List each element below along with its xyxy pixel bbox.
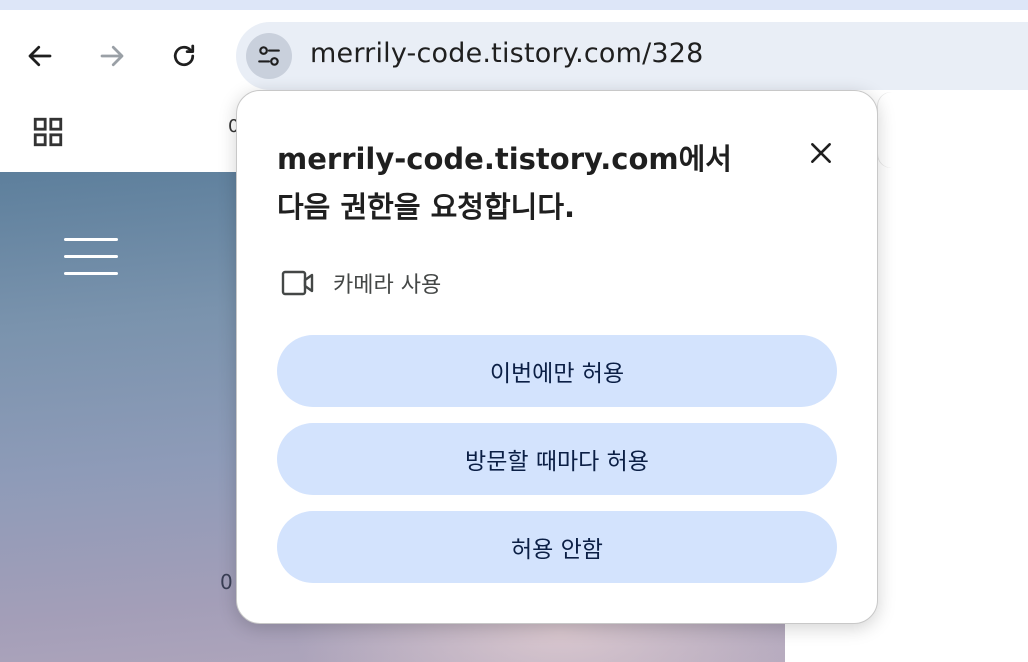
permission-row-camera: 카메라 사용 — [281, 267, 441, 299]
hero-text-peek: 0 — [220, 570, 233, 594]
apps-button[interactable] — [22, 106, 74, 158]
allow-once-button[interactable]: 이번에만 허용 — [277, 335, 837, 407]
allow-always-button[interactable]: 방문할 때마다 허용 — [277, 423, 837, 495]
arrow-right-icon — [100, 45, 124, 67]
reload-icon — [173, 44, 195, 67]
menu-icon[interactable] — [64, 234, 120, 280]
close-button[interactable] — [803, 135, 839, 171]
address-bar[interactable]: merrily-code.tistory.com/328 — [236, 22, 1028, 90]
arrow-left-icon — [28, 45, 52, 67]
back-button[interactable] — [16, 32, 64, 80]
videocam-icon — [281, 270, 314, 296]
prompt-origin: merrily-code.tistory.com — [277, 142, 679, 176]
prompt-title-line2: 다음 권한을 요청합니다. — [277, 190, 576, 224]
permission-prompt: merrily-code.tistory.com에서 다음 권한을 요청합니다.… — [236, 90, 878, 624]
url-text[interactable]: merrily-code.tistory.com/328 — [310, 38, 704, 69]
bookmarks-left-panel — [0, 92, 226, 168]
bookmarks-right-panel — [878, 92, 1028, 168]
browser-toolbar: merrily-code.tistory.com/328 — [0, 10, 1028, 102]
reload-button[interactable] — [160, 32, 208, 80]
close-icon — [811, 143, 831, 163]
window-top-strip — [0, 0, 1028, 10]
forward-button[interactable] — [88, 32, 136, 80]
apps-grid-icon — [33, 117, 63, 147]
tune-icon — [258, 46, 280, 66]
prompt-title: merrily-code.tistory.com에서 다음 권한을 요청합니다. — [277, 135, 757, 231]
site-info-button[interactable] — [246, 33, 292, 79]
deny-button[interactable]: 허용 안함 — [277, 511, 837, 583]
permission-label: 카메라 사용 — [333, 273, 442, 298]
prompt-title-suffix: 에서 — [678, 142, 732, 176]
